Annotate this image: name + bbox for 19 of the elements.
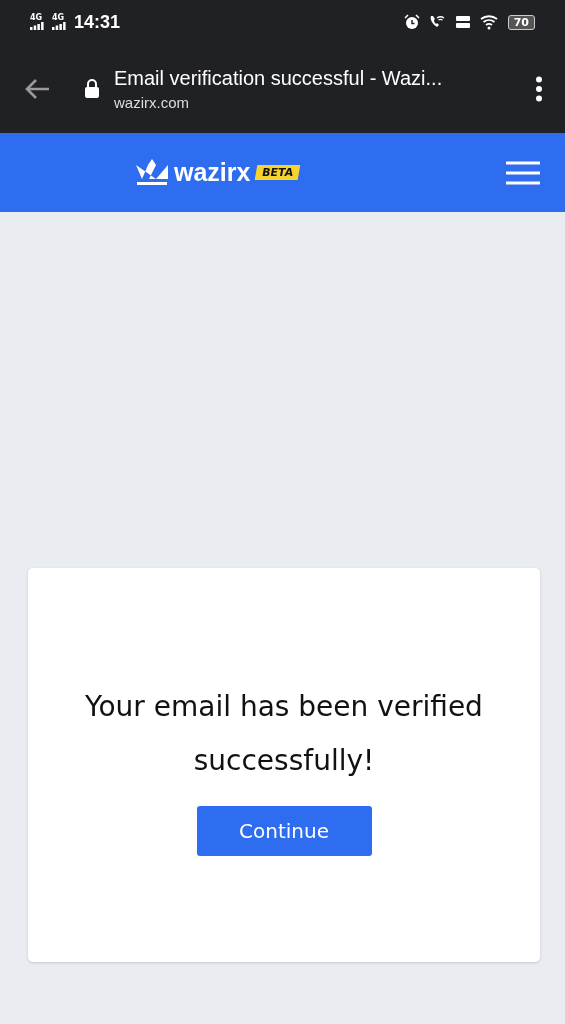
beta-badge: BETA <box>255 165 301 180</box>
success-message: Your email has been verified successfully! <box>84 689 484 779</box>
alarm-icon <box>403 14 420 30</box>
battery-level: 70 <box>507 14 535 30</box>
network-label: 4G <box>30 14 43 22</box>
signal-icon <box>52 22 66 30</box>
page-title: Email verification successful - Wazi... <box>114 66 444 90</box>
back-arrow-icon[interactable] <box>24 77 50 100</box>
crown-logo-icon <box>136 158 168 187</box>
url-text[interactable]: wazirx.com <box>114 93 535 111</box>
wifi-icon <box>479 14 500 30</box>
network-label: 4G <box>52 14 65 22</box>
more-options-icon[interactable] <box>535 75 543 102</box>
menu-icon[interactable] <box>505 160 541 185</box>
brand-name: wazirx <box>174 158 251 187</box>
lock-icon <box>84 78 100 99</box>
status-time: 14:31 <box>74 11 121 33</box>
signal-icon <box>30 22 44 30</box>
continue-button[interactable]: Continue <box>196 806 372 856</box>
